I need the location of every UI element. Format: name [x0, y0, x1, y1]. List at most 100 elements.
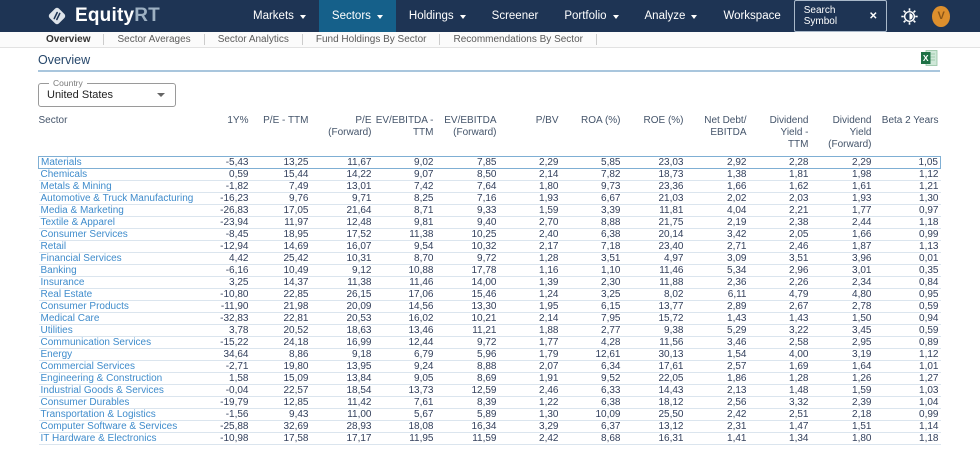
column-header-net-debt-ebitda[interactable]: Net Debt/ EBITDA	[686, 115, 749, 157]
sector-link[interactable]: Metals & Mining	[41, 181, 112, 192]
sector-link[interactable]: Communication Services	[41, 337, 152, 348]
column-header-sector[interactable]: Sector	[39, 115, 209, 157]
sector-link[interactable]: Retail	[41, 241, 67, 252]
settings-button[interactable]	[900, 7, 919, 26]
sector-link[interactable]: Consumer Services	[41, 229, 128, 240]
search-symbol-input[interactable]: Search Symbol ✕	[794, 0, 888, 32]
sector-link[interactable]: Chemicals	[41, 169, 88, 180]
sector-link[interactable]: Automotive & Truck Manufacturing	[41, 193, 194, 204]
column-header-roe[interactable]: ROE (%)	[623, 115, 686, 157]
value-cell: 13,01	[311, 181, 374, 193]
tab-sector-analytics[interactable]: Sector Analytics	[205, 34, 303, 45]
value-cell: 0,94	[874, 313, 941, 325]
value-cell: 1,64	[811, 361, 874, 373]
table-row[interactable]: Retail-12,9414,6916,079,5410,322,177,182…	[39, 241, 941, 253]
column-header-p-e-forward[interactable]: P/E (Forward)	[311, 115, 374, 157]
table-row[interactable]: Materials-5,4313,2511,679,027,852,295,85…	[39, 157, 941, 169]
value-cell: 1,27	[874, 373, 941, 385]
value-cell: 6,11	[686, 289, 749, 301]
value-cell: 2,21	[749, 205, 811, 217]
sector-link[interactable]: Banking	[41, 265, 77, 276]
sector-link[interactable]: Consumer Products	[41, 301, 129, 312]
user-avatar[interactable]: V	[932, 6, 950, 27]
table-row[interactable]: Consumer Durables-19,7912,8511,427,618,3…	[39, 397, 941, 409]
table-row[interactable]: Automotive & Truck Manufacturing-16,239,…	[39, 193, 941, 205]
column-header-beta-2-years[interactable]: Beta 2 Years	[874, 115, 941, 157]
tab-fund-holdings-by-sector[interactable]: Fund Holdings By Sector	[303, 34, 441, 45]
column-header-p-bv[interactable]: P/BV	[499, 115, 561, 157]
value-cell: 13,12	[623, 421, 686, 433]
value-cell: 8,39	[436, 397, 499, 409]
value-cell: 9,52	[561, 373, 623, 385]
sector-link[interactable]: Insurance	[41, 277, 85, 288]
table-row[interactable]: Metals & Mining-1,827,4913,017,427,641,8…	[39, 181, 941, 193]
sector-link[interactable]: Media & Marketing	[41, 205, 124, 216]
table-row[interactable]: Computer Software & Services-25,8832,692…	[39, 421, 941, 433]
nav-item-portfolio[interactable]: Portfolio	[551, 0, 631, 32]
column-header-p-e-ttm[interactable]: P/E - TTM	[251, 115, 311, 157]
equityrt-logo[interactable]: EquityRT	[46, 0, 160, 32]
table-row[interactable]: Transportation & Logistics-1,569,4311,00…	[39, 409, 941, 421]
table-row[interactable]: Banking-6,1610,499,1210,8817,781,161,101…	[39, 265, 941, 277]
svg-text:X: X	[923, 53, 929, 63]
column-header-roa[interactable]: ROA (%)	[561, 115, 623, 157]
value-cell: 17,61	[623, 361, 686, 373]
value-cell: 18,73	[623, 169, 686, 181]
table-row[interactable]: Engineering & Construction1,5815,0913,84…	[39, 373, 941, 385]
tab-sector-averages[interactable]: Sector Averages	[104, 34, 204, 45]
table-row[interactable]: Medical Care-32,8322,8120,5316,0210,212,…	[39, 313, 941, 325]
value-cell: 1,88	[499, 325, 561, 337]
column-header-dividend-yield-forward[interactable]: Dividend Yield (Forward)	[811, 115, 874, 157]
country-select[interactable]: Country United States	[38, 78, 176, 107]
nav-item-screener[interactable]: Screener	[479, 0, 552, 32]
table-row[interactable]: Energy34,648,869,186,795,961,7912,6130,1…	[39, 349, 941, 361]
sector-link[interactable]: Medical Care	[41, 313, 100, 324]
nav-item-holdings[interactable]: Holdings	[396, 0, 479, 32]
table-row[interactable]: Insurance3,2514,3711,3811,4614,001,392,3…	[39, 277, 941, 289]
table-row[interactable]: Consumer Services-8,4518,9517,5211,3810,…	[39, 229, 941, 241]
table-row[interactable]: IT Hardware & Electronics-10,9817,5817,1…	[39, 433, 941, 445]
sector-link[interactable]: Financial Services	[41, 253, 122, 264]
sector-link[interactable]: Consumer Durables	[41, 397, 130, 408]
tab-overview[interactable]: Overview	[46, 34, 104, 45]
tab-recommendations-by-sector[interactable]: Recommendations By Sector	[440, 34, 597, 45]
sector-link[interactable]: Transportation & Logistics	[41, 409, 156, 420]
sector-link[interactable]: Commercial Services	[41, 361, 135, 372]
table-row[interactable]: Commercial Services-2,7119,8013,959,248,…	[39, 361, 941, 373]
sector-link[interactable]: Computer Software & Services	[41, 421, 178, 432]
sector-link[interactable]: Textile & Apparel	[41, 217, 116, 228]
sector-link[interactable]: Materials	[41, 157, 82, 168]
table-row[interactable]: Financial Services4,4225,4210,318,709,72…	[39, 253, 941, 265]
value-cell: 14,43	[623, 385, 686, 397]
column-header-ev-ebitda-ttm[interactable]: EV/EBITDA - TTM	[374, 115, 436, 157]
nav-item-workspace[interactable]: Workspace	[710, 0, 793, 32]
column-header-ev-ebitda-forward[interactable]: EV/EBITDA (Forward)	[436, 115, 499, 157]
value-cell: 4,97	[623, 253, 686, 265]
sector-link[interactable]: Engineering & Construction	[41, 373, 163, 384]
sector-link[interactable]: Real Estate	[41, 289, 93, 300]
table-row[interactable]: Consumer Products-11,9021,9820,0914,5613…	[39, 301, 941, 313]
table-row[interactable]: Real Estate-10,8022,8526,1517,0615,461,2…	[39, 289, 941, 301]
table-row[interactable]: Chemicals0,5915,4414,229,078,502,147,821…	[39, 169, 941, 181]
nav-item-analyze[interactable]: Analyze	[632, 0, 711, 32]
chevron-down-icon	[377, 15, 383, 19]
table-row[interactable]: Communication Services-15,2224,1816,9912…	[39, 337, 941, 349]
table-row[interactable]: Media & Marketing-26,8317,0521,648,719,3…	[39, 205, 941, 217]
table-row[interactable]: Industrial Goods & Services-0,0422,5718,…	[39, 385, 941, 397]
clear-search-icon[interactable]: ✕	[869, 11, 877, 22]
value-cell: 2,46	[749, 241, 811, 253]
sector-link[interactable]: IT Hardware & Electronics	[41, 433, 157, 444]
value-cell: 1,95	[499, 301, 561, 313]
value-cell: 1,16	[499, 265, 561, 277]
sector-link[interactable]: Energy	[41, 349, 73, 360]
table-row[interactable]: Textile & Apparel-23,9411,9712,489,819,4…	[39, 217, 941, 229]
column-header-1y[interactable]: 1Y%	[209, 115, 251, 157]
nav-item-sectors[interactable]: Sectors	[319, 0, 396, 32]
sector-link[interactable]: Utilities	[41, 325, 73, 336]
nav-item-markets[interactable]: Markets	[240, 0, 319, 32]
table-row[interactable]: Utilities3,7820,5218,6313,4611,211,882,7…	[39, 325, 941, 337]
sector-link[interactable]: Industrial Goods & Services	[41, 385, 164, 396]
export-excel-button[interactable]: X	[921, 50, 938, 71]
value-cell: 7,64	[436, 181, 499, 193]
column-header-dividend-yield-ttm[interactable]: Dividend Yield - TTM	[749, 115, 811, 157]
